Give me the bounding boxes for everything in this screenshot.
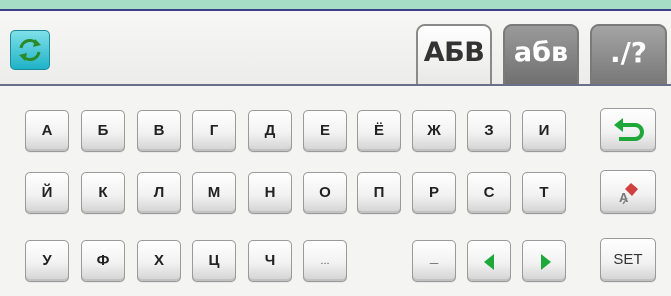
key-letter[interactable]: С xyxy=(467,172,511,214)
key-letter[interactable]: Г xyxy=(192,110,236,152)
tab-uppercase[interactable]: АБВ xyxy=(416,24,492,84)
top-accent-bar xyxy=(0,0,671,9)
key-letter[interactable]: А xyxy=(25,110,69,152)
key-letter[interactable]: В xyxy=(137,110,181,152)
key-letter[interactable]: Ё xyxy=(357,110,401,152)
arrow-left-icon xyxy=(484,254,494,270)
swap-button[interactable] xyxy=(10,30,50,70)
space-key[interactable]: _ xyxy=(412,240,456,282)
key-letter[interactable]: Х xyxy=(137,240,181,282)
arrow-right-icon xyxy=(541,254,551,270)
key-letter[interactable]: Ж xyxy=(412,110,456,152)
key-letter[interactable]: Т xyxy=(522,172,566,214)
header-divider xyxy=(0,84,671,86)
cursor-right-button[interactable] xyxy=(522,240,566,282)
delete-button[interactable]: A xyxy=(600,170,656,214)
key-letter[interactable]: Ч xyxy=(248,240,292,282)
key-letter[interactable]: О xyxy=(303,172,347,214)
key-letter[interactable]: У xyxy=(25,240,69,282)
key-letter[interactable]: Ц xyxy=(192,240,236,282)
return-button[interactable] xyxy=(600,108,656,152)
ellipsis-key[interactable]: ... xyxy=(303,240,347,282)
tab-symbols[interactable]: ./? xyxy=(590,24,667,84)
tab-lowercase[interactable]: абв xyxy=(503,24,579,84)
key-letter[interactable]: Е xyxy=(303,110,347,152)
key-letter[interactable]: Д xyxy=(248,110,292,152)
key-letter[interactable]: Й xyxy=(25,172,69,214)
set-button[interactable]: SET xyxy=(600,238,656,282)
key-letter[interactable]: М xyxy=(192,172,236,214)
key-letter[interactable]: Н xyxy=(248,172,292,214)
delete-char-icon: A xyxy=(619,183,638,205)
cursor-left-button[interactable] xyxy=(467,240,511,282)
key-letter[interactable]: Р xyxy=(412,172,456,214)
swap-arrows-icon xyxy=(19,39,41,61)
key-letter[interactable]: Л xyxy=(137,172,181,214)
return-arrow-icon xyxy=(614,118,644,141)
key-letter[interactable]: К xyxy=(81,172,125,214)
key-letter[interactable]: Ф xyxy=(81,240,125,282)
key-letter[interactable]: И xyxy=(522,110,566,152)
key-letter[interactable]: Б xyxy=(81,110,125,152)
key-letter[interactable]: П xyxy=(357,172,401,214)
key-letter[interactable]: З xyxy=(467,110,511,152)
